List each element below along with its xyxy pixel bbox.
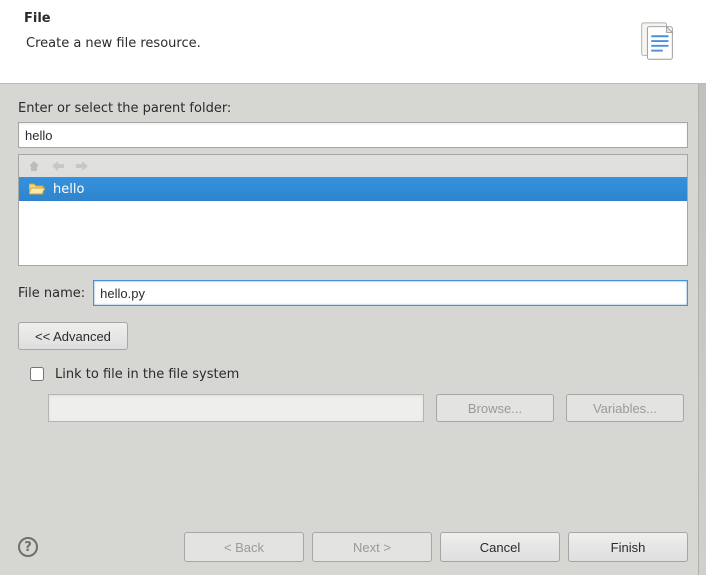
tree-item-hello[interactable]: hello bbox=[19, 177, 687, 201]
tree-list[interactable]: hello bbox=[19, 177, 687, 265]
browse-button: Browse... bbox=[436, 394, 554, 422]
finish-button[interactable]: Finish bbox=[568, 532, 688, 562]
parent-folder-label: Enter or select the parent folder: bbox=[18, 101, 688, 116]
dialog-subtitle: Create a new file resource. bbox=[26, 36, 690, 51]
dialog-header: File Create a new file resource. bbox=[0, 1, 706, 83]
variables-button: Variables... bbox=[566, 394, 684, 422]
file-name-label: File name: bbox=[18, 286, 85, 301]
back-arrow-icon[interactable] bbox=[51, 159, 65, 173]
file-wizard-icon bbox=[634, 19, 680, 65]
file-name-row: File name: bbox=[18, 280, 688, 306]
next-button: Next > bbox=[312, 532, 432, 562]
tree-toolbar bbox=[19, 155, 687, 177]
parent-folder-input[interactable] bbox=[18, 122, 688, 148]
file-name-input[interactable] bbox=[93, 280, 688, 306]
advanced-toggle-button[interactable]: << Advanced bbox=[18, 322, 128, 350]
parent-window-edge bbox=[698, 1, 706, 575]
link-to-file-checkbox[interactable] bbox=[30, 367, 44, 381]
back-button: < Back bbox=[184, 532, 304, 562]
tree-item-label: hello bbox=[53, 182, 84, 197]
dialog-footer: ? < Back Next > Cancel Finish bbox=[0, 525, 706, 575]
forward-arrow-icon[interactable] bbox=[75, 159, 89, 173]
advanced-section: Link to file in the file system Browse..… bbox=[18, 364, 688, 422]
link-to-file-label: Link to file in the file system bbox=[55, 367, 239, 382]
folder-open-icon bbox=[29, 182, 45, 196]
dialog-body: Enter or select the parent folder: bbox=[0, 83, 706, 422]
folder-tree: hello bbox=[18, 154, 688, 266]
link-path-input bbox=[48, 394, 424, 422]
home-icon[interactable] bbox=[27, 159, 41, 173]
cancel-button[interactable]: Cancel bbox=[440, 532, 560, 562]
dialog-title: File bbox=[24, 11, 690, 26]
help-icon[interactable]: ? bbox=[18, 537, 38, 557]
new-file-dialog: File Create a new file resource. Enter o… bbox=[0, 0, 706, 575]
